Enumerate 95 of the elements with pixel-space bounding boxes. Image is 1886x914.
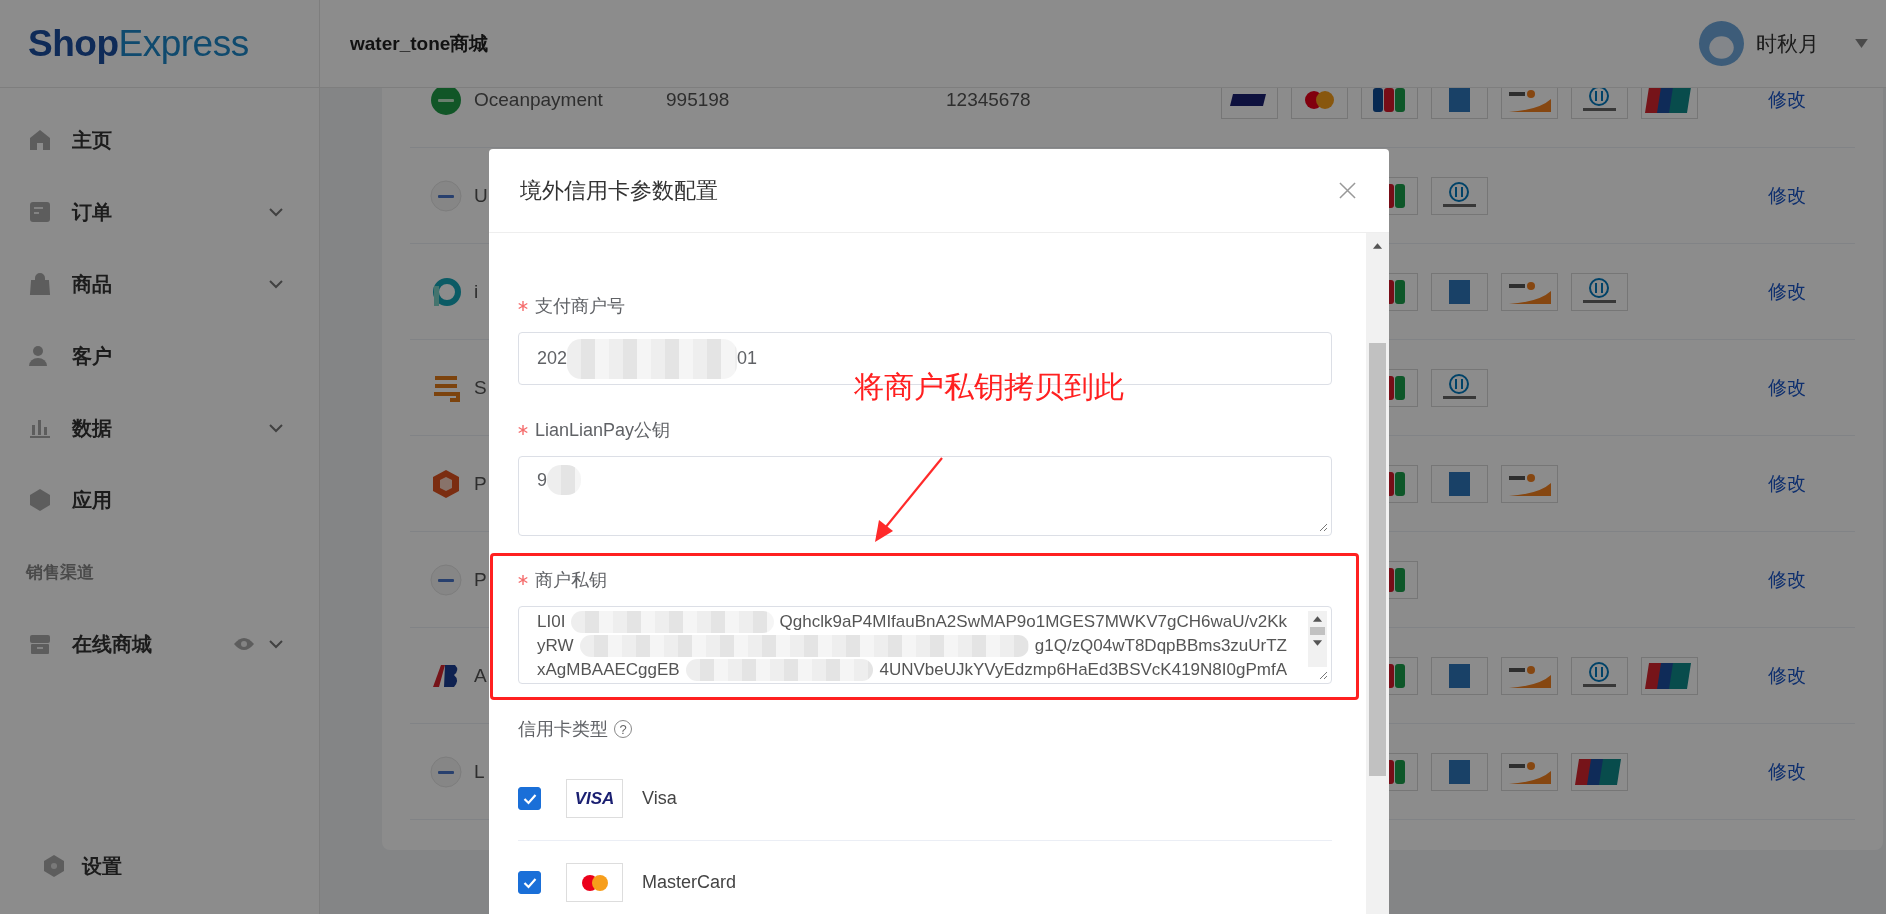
card-type-label: Visa	[642, 788, 677, 809]
user-name[interactable]: 时秋月	[1756, 29, 1819, 58]
field-value: xAgMBAAECggEB	[537, 660, 680, 680]
nav-item[interactable]: 在线商城	[0, 608, 319, 680]
nav-icon	[28, 488, 52, 512]
card-logo	[1431, 752, 1488, 791]
nav-item[interactable]: 设置	[0, 830, 319, 902]
card-logo: VISA	[566, 779, 623, 818]
nav-item[interactable]: 商品	[0, 248, 319, 320]
logo-icon	[430, 275, 462, 308]
field-label: 支付商户号	[535, 295, 625, 318]
resize-grip-icon[interactable]	[1318, 670, 1328, 680]
card-type-label: MasterCard	[642, 872, 737, 893]
card-logo	[1431, 176, 1488, 215]
provider-name: U	[474, 184, 488, 206]
nav-icon	[28, 272, 52, 296]
hexagon-icon	[42, 854, 66, 878]
card-logo	[1571, 752, 1628, 791]
scroll-up-icon[interactable]	[1312, 615, 1323, 623]
section-label: 信用卡类型	[518, 718, 608, 741]
card-logo	[1571, 272, 1628, 311]
chevron-icon	[269, 639, 283, 649]
logo-icon	[430, 467, 462, 500]
nav-icon	[28, 200, 52, 224]
card-logo	[1571, 656, 1628, 695]
card-logo	[1431, 272, 1488, 311]
nav-item[interactable]: 数据	[0, 392, 319, 464]
store-name: water_tone商城	[350, 31, 489, 56]
scroll-down-icon[interactable]	[1312, 639, 1323, 647]
field-label: LianLianPay公钥	[535, 419, 671, 442]
text-area[interactable]: LI0I Qghclk9aP4MIfauBnA2SwMAP9o1MGES7MWKV7gCH6waU/v2Kk yRW g1Q/zQ04wT8DqpBBms3zuUrTZ xAgMBAAECggEB 4UNVbeUJkYVyEdzmp6HaEd3BSVcK419N8I0gPmfA	[518, 606, 1332, 684]
edit-link[interactable]: 修改	[1768, 662, 1806, 689]
close-icon[interactable]	[1339, 182, 1356, 199]
logo-icon	[430, 88, 462, 116]
edit-link[interactable]: 修改	[1768, 182, 1806, 209]
field-label: 商户私钥	[535, 569, 607, 592]
provider-name: S	[474, 376, 487, 398]
edit-link[interactable]: 修改	[1768, 470, 1806, 497]
chevron-icon	[269, 279, 283, 289]
field-value: 01	[737, 348, 758, 369]
edit-link[interactable]: 修改	[1768, 278, 1806, 305]
field-value: Qghclk9aP4MIfauBnA2SwMAP9o1MGES7MWKV7gCH6waU/v2Kk	[779, 612, 1287, 632]
card-logo	[1501, 752, 1558, 791]
provider-name: A	[474, 664, 487, 686]
field-value: 9	[537, 469, 547, 491]
nav-icon	[28, 128, 52, 152]
card-logo	[1501, 656, 1558, 695]
card-logo	[1641, 656, 1698, 695]
field-value: 202	[537, 348, 568, 369]
nav-item[interactable]: 主页	[0, 104, 319, 176]
provider-name: Oceanpayment	[474, 88, 603, 110]
text-area[interactable]: 9	[518, 456, 1332, 536]
check-icon	[522, 876, 537, 889]
table-cell: 12345678	[946, 88, 1031, 110]
caret-icon[interactable]	[1855, 39, 1868, 48]
check-icon	[522, 792, 537, 805]
table-cell: 995198	[666, 88, 730, 110]
chevron-icon	[269, 207, 283, 217]
store-icon	[28, 632, 52, 656]
field-value: LI0I	[537, 612, 566, 632]
redaction-mark	[547, 465, 581, 495]
logo-icon	[430, 755, 462, 788]
provider-name: L	[474, 760, 485, 782]
checkbox[interactable]	[518, 787, 541, 810]
dialog-title: 境外信用卡参数配置	[520, 176, 718, 205]
scroll-up-icon[interactable]	[1372, 242, 1383, 250]
card-logo	[1431, 464, 1488, 503]
section-title: 销售渠道	[24, 561, 95, 584]
card-logo	[1501, 464, 1558, 503]
nav-item[interactable]: 订单	[0, 176, 319, 248]
provider-name: P	[474, 472, 487, 494]
checkbox[interactable]	[518, 871, 541, 894]
resize-grip-icon[interactable]	[1318, 522, 1328, 532]
logo-icon	[430, 563, 462, 596]
field-value: yRW	[537, 636, 574, 656]
field-value: g1Q/zQ04wT8DqpBBms3zuUrTZ	[1034, 636, 1287, 656]
chevron-icon	[269, 423, 283, 433]
logo-icon	[430, 179, 462, 212]
field-value: 4UNVbeUJkYVyEdzmp6HaEd3BSVcK419N8I0gPmfA	[879, 660, 1287, 680]
edit-link[interactable]: 修改	[1768, 566, 1806, 593]
card-logo	[1501, 272, 1558, 311]
provider-name: i	[474, 280, 479, 302]
nav-item[interactable]: 客户	[0, 320, 319, 392]
card-logo	[566, 863, 623, 902]
logo-text: ShopExpress	[28, 22, 249, 65]
scrollbar-thumb[interactable]	[1369, 343, 1386, 776]
scrollbar-thumb[interactable]	[1310, 627, 1325, 635]
edit-link[interactable]: 修改	[1768, 374, 1806, 401]
edit-link[interactable]: 修改	[1768, 758, 1806, 785]
card-logo	[1431, 368, 1488, 407]
provider-name: P	[474, 568, 487, 590]
scrollbar[interactable]	[1308, 611, 1327, 667]
nav-item[interactable]: 应用	[0, 464, 319, 536]
edit-link[interactable]: 修改	[1768, 88, 1806, 113]
card-logo	[1431, 656, 1488, 695]
